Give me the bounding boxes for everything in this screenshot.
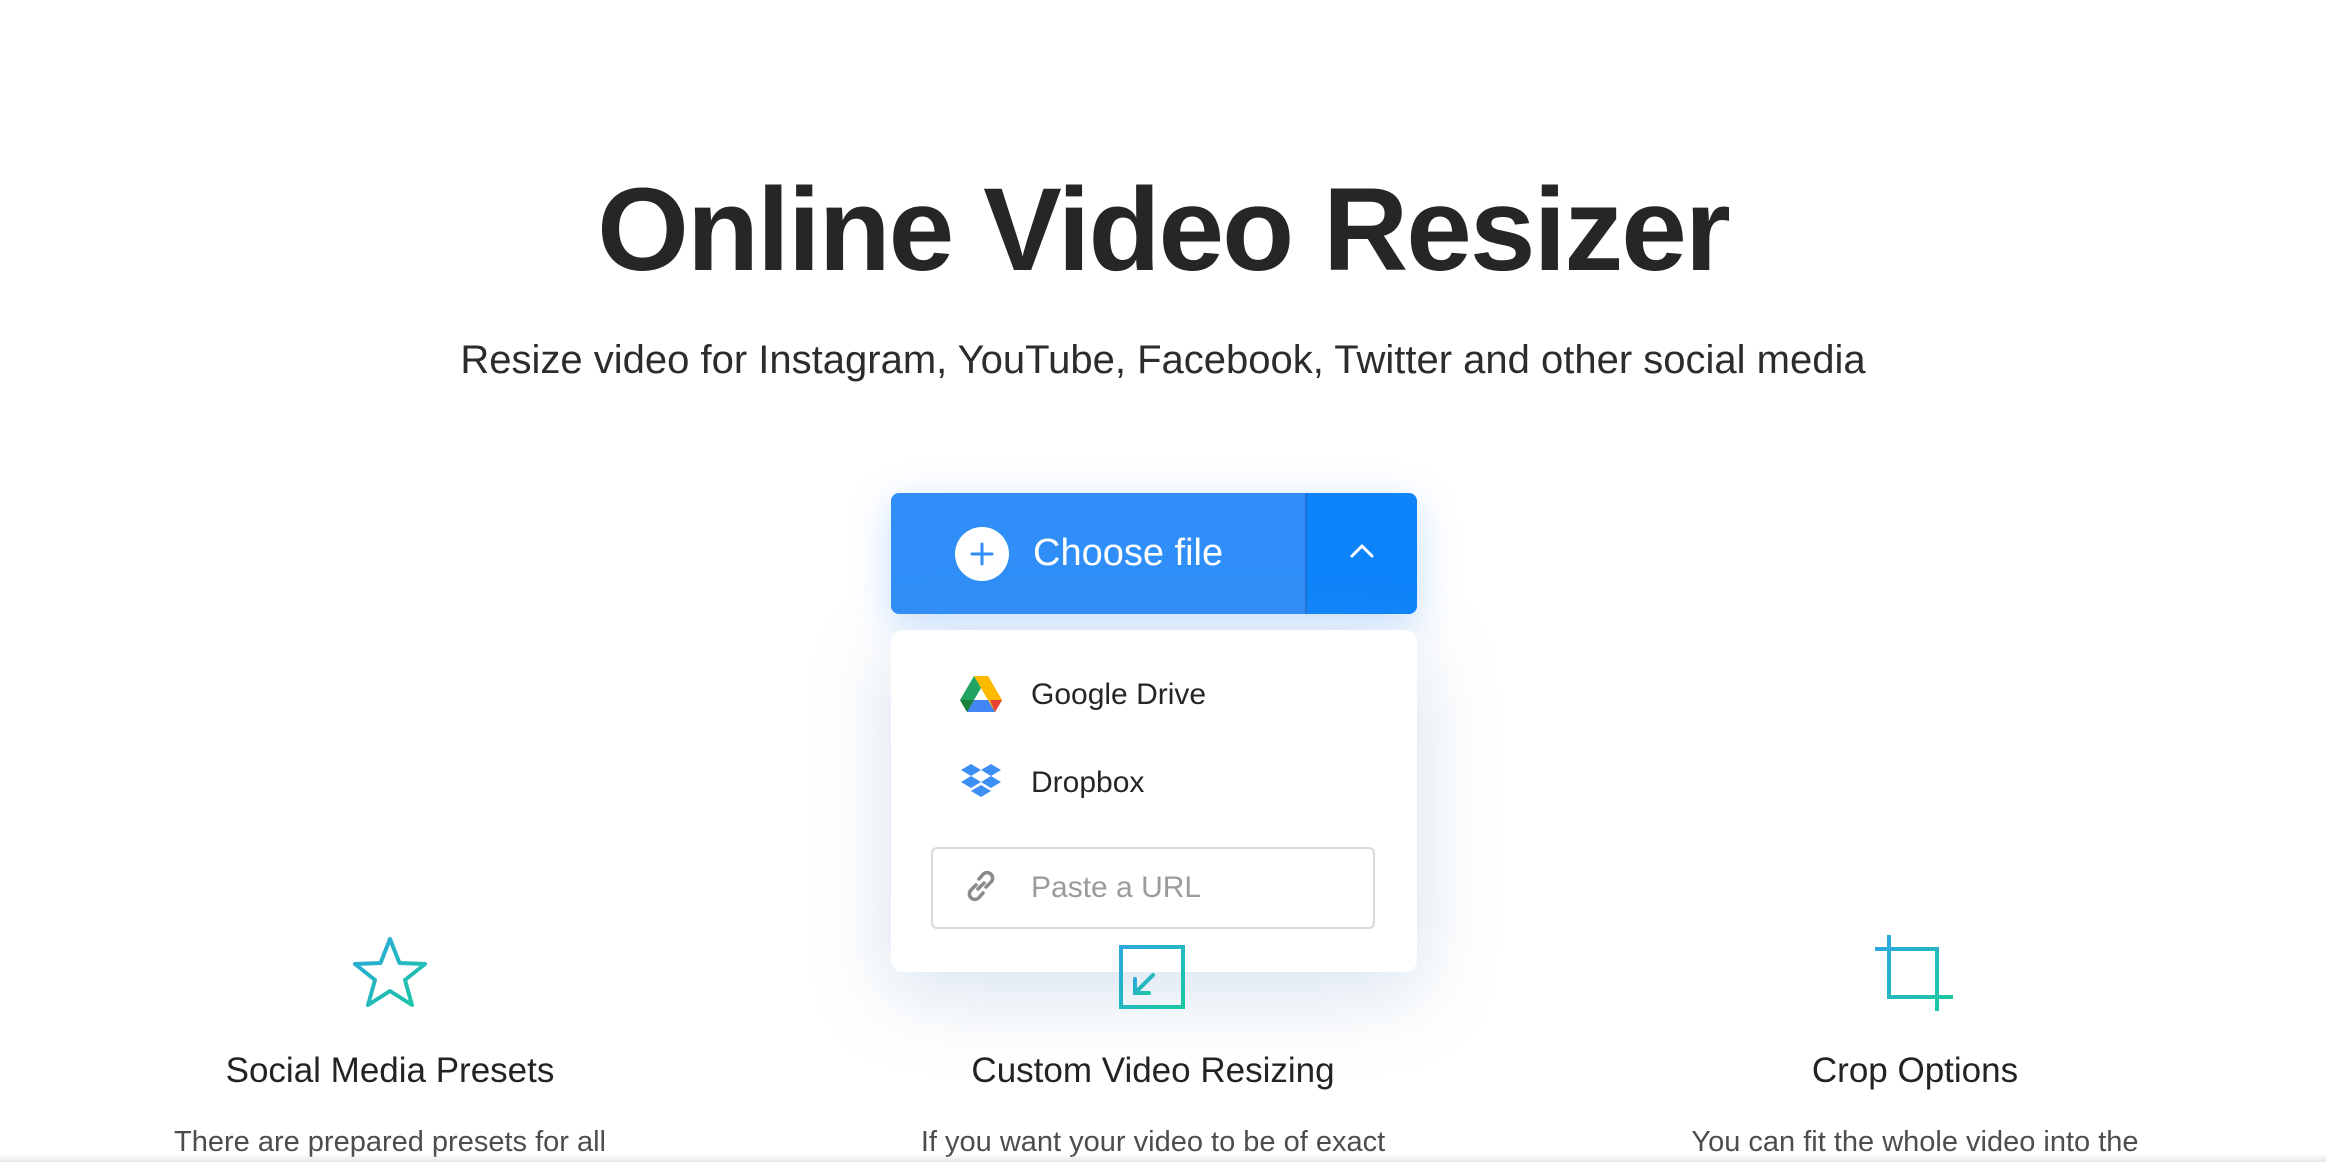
feature-title: Custom Video Resizing	[971, 1051, 1335, 1090]
upload-split-button: Choose file	[891, 493, 1417, 614]
feature-crop-options: Crop Options You can fit the whole video…	[1535, 933, 2295, 1162]
feature-title: Social Media Presets	[225, 1051, 555, 1090]
google-drive-label: Google Drive	[1031, 678, 1207, 711]
choose-file-label: Choose file	[1033, 532, 1224, 574]
choose-file-button[interactable]: Choose file	[891, 493, 1305, 614]
bottom-fade	[0, 1154, 2326, 1162]
dropbox-icon	[959, 761, 1003, 805]
feature-title: Crop Options	[1811, 1051, 2019, 1090]
feature-custom-video-resizing: Custom Video Resizing If you want your v…	[773, 935, 1533, 1162]
star-icon	[350, 935, 430, 1016]
resize-icon	[1113, 933, 1193, 1018]
upload-source-dropdown: Google Drive Dropbox	[891, 630, 1417, 972]
dropbox-option[interactable]: Dropbox	[891, 743, 1417, 823]
dropbox-label: Dropbox	[1031, 766, 1145, 799]
chevron-up-icon	[1347, 541, 1377, 566]
url-field-wrapper	[931, 847, 1375, 929]
crop-icon	[1873, 933, 1957, 1018]
page-subtitle: Resize video for Instagram, YouTube, Fac…	[460, 338, 1866, 382]
feature-social-media-presets: Social Media Presets There are prepared …	[10, 935, 770, 1162]
link-icon	[961, 866, 1001, 911]
paste-url-input[interactable]	[1029, 870, 1363, 906]
plus-circle-icon	[955, 526, 1009, 581]
google-drive-icon	[959, 673, 1003, 717]
page: Online Video Resizer Resize video for In…	[0, 0, 2326, 1162]
google-drive-option[interactable]: Google Drive	[891, 655, 1417, 735]
upload-options-toggle[interactable]	[1307, 493, 1417, 614]
page-title: Online Video Resizer	[597, 164, 1731, 296]
